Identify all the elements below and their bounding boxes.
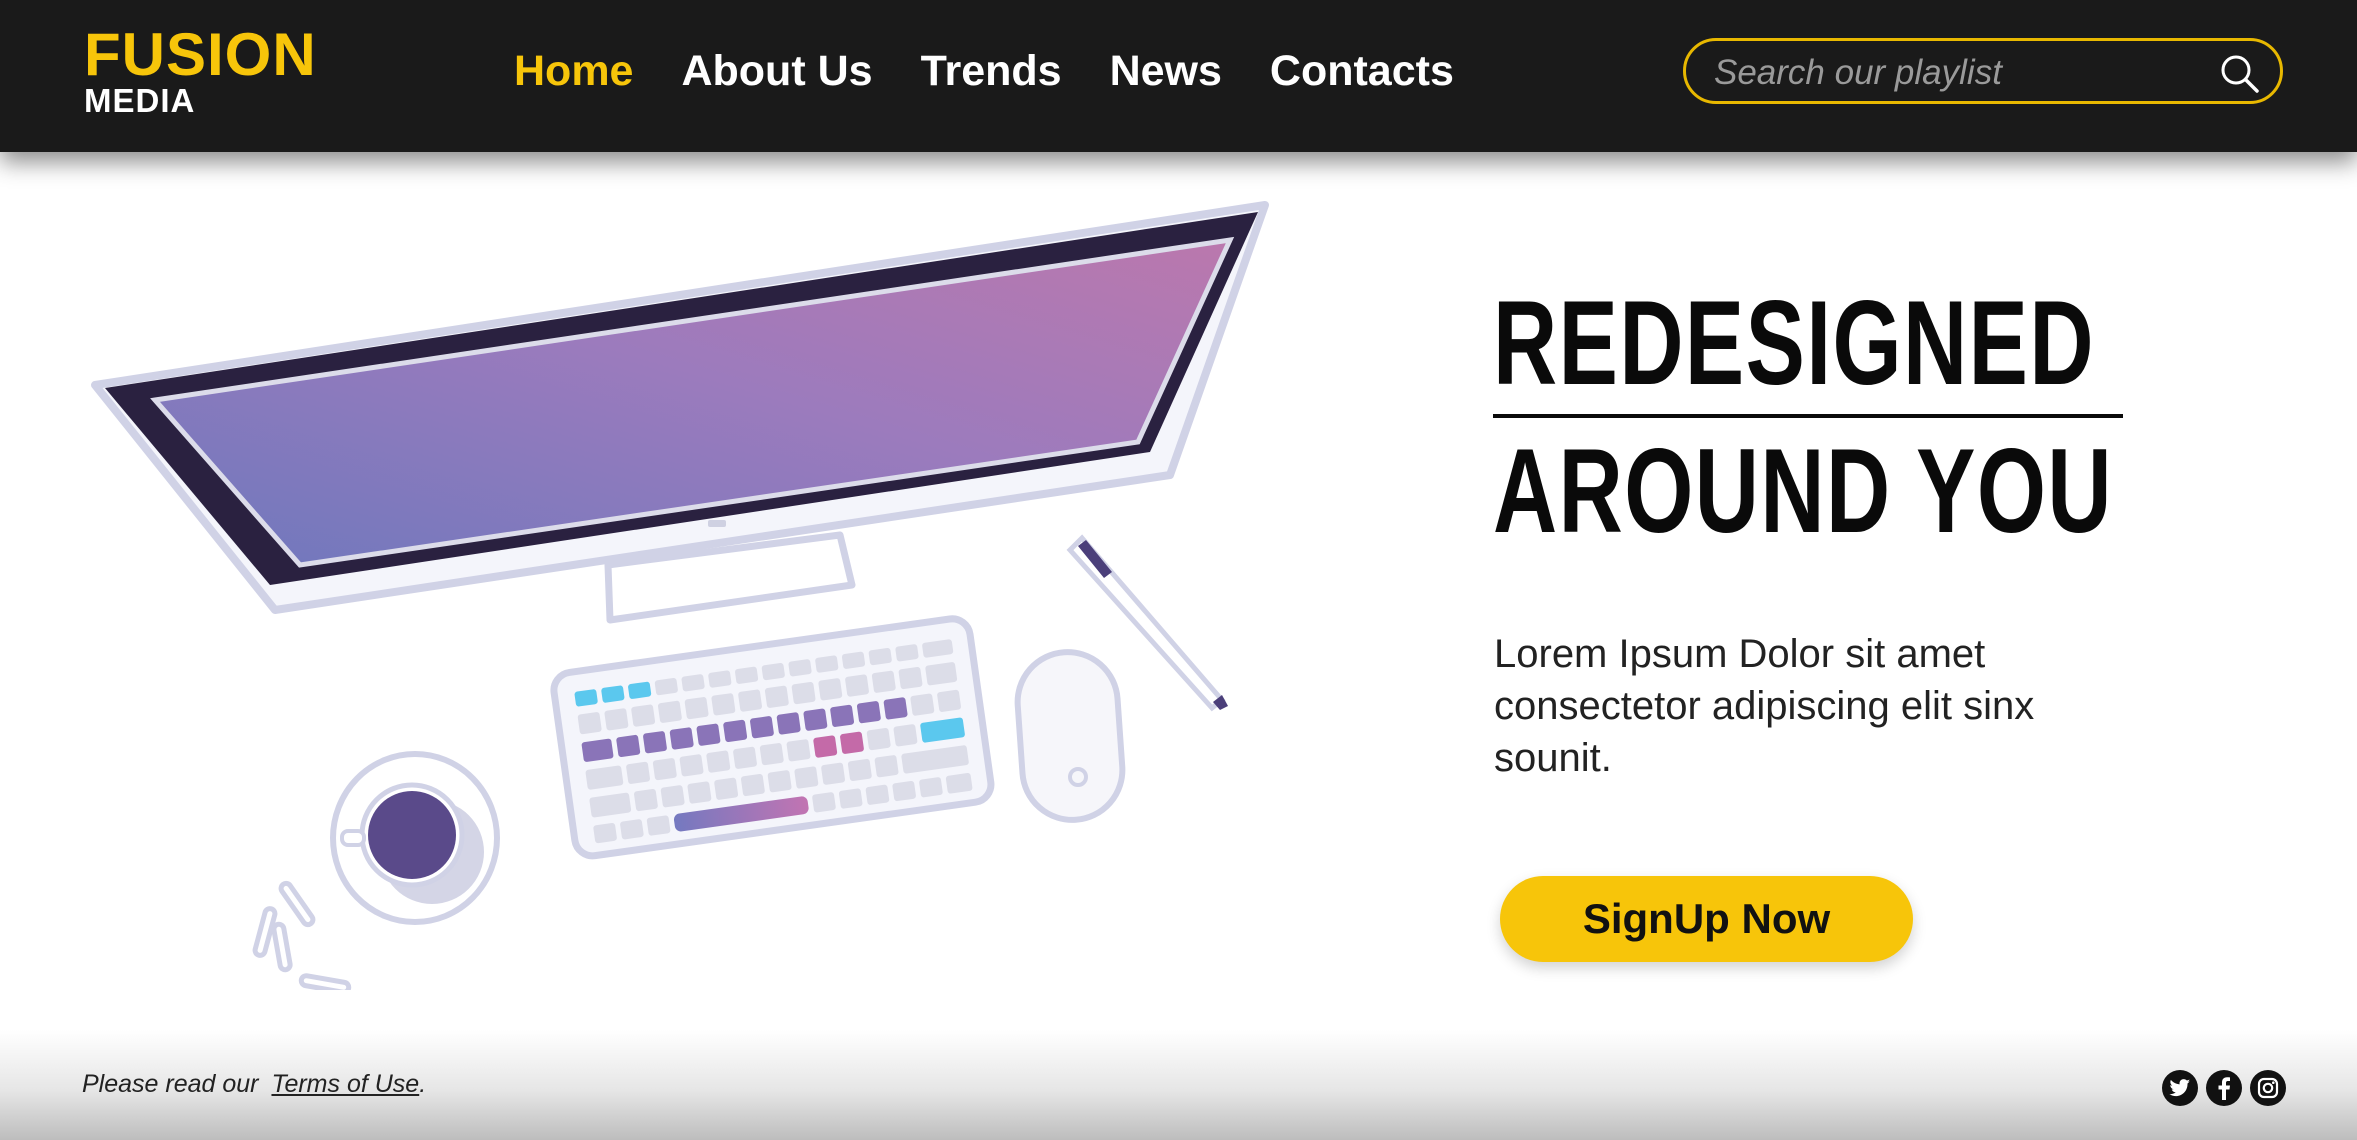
mouse-graphic [1014,649,1126,823]
headline-divider [1493,414,2123,418]
nav-item-about-us[interactable]: About Us [681,46,872,96]
twitter-icon[interactable] [2162,1070,2198,1106]
top-header: FUSION MEDIA Home About Us Trends News C… [0,0,2357,152]
brand-logo[interactable]: FUSION MEDIA [84,21,317,119]
keyboard-graphic [550,615,995,860]
search-input[interactable] [1712,49,2196,97]
footer-prefix: Please read our [82,1070,259,1098]
brand-name-bottom: MEDIA [84,82,196,119]
nav-item-home[interactable]: Home [514,46,633,96]
desk-illustration [91,201,1269,990]
nav-item-contacts[interactable]: Contacts [1270,46,1454,96]
headline-line-1: REDESIGNED [1493,276,2095,410]
footer-suffix: . [419,1070,427,1098]
search-icon[interactable] [2218,52,2260,94]
hero-headline: REDESIGNED AROUND YOU [1493,278,2133,556]
headline-line-2: AROUND YOU [1493,424,2114,558]
hero-description: Lorem Ipsum Dolor sit amet consectetor a… [1494,632,2035,780]
coffee-cup-graphic [330,751,500,925]
nav-item-news[interactable]: News [1110,46,1222,96]
paper-clips-graphic [252,880,352,990]
nav-item-trends[interactable]: Trends [921,46,1062,96]
footer-notice: Please read our Terms of Use. [82,1070,426,1099]
main-nav: Home About Us Trends News Contacts [514,46,1502,96]
search-box [1683,38,2283,104]
social-links [2162,1070,2294,1106]
page-footer: Please read our Terms of Use. [0,1030,2357,1140]
facebook-icon[interactable] [2206,1070,2242,1106]
signup-button[interactable]: SignUp Now [1500,876,1913,962]
brand-name-top: FUSION [84,21,317,88]
instagram-icon[interactable] [2250,1070,2286,1106]
terms-of-use-link[interactable]: Terms of Use [271,1070,419,1098]
